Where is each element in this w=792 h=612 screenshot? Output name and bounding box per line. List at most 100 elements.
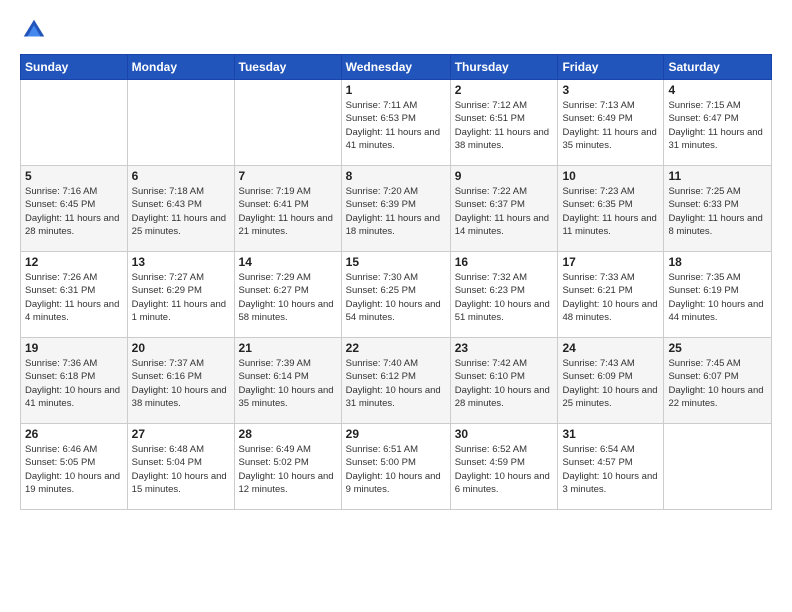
table-row: 12 Sunrise: 7:26 AM Sunset: 6:31 PM Dayli…	[21, 252, 128, 338]
table-row	[234, 80, 341, 166]
day-info: Sunrise: 7:37 AM Sunset: 6:16 PM Dayligh…	[132, 357, 230, 410]
table-row	[127, 80, 234, 166]
day-number: 20	[132, 341, 230, 355]
day-number: 19	[25, 341, 123, 355]
day-number: 27	[132, 427, 230, 441]
day-info: Sunrise: 7:45 AM Sunset: 6:07 PM Dayligh…	[668, 357, 767, 410]
table-row: 28 Sunrise: 6:49 AM Sunset: 5:02 PM Dayli…	[234, 424, 341, 510]
col-wednesday: Wednesday	[341, 55, 450, 80]
table-row	[21, 80, 128, 166]
table-row: 26Sunrise: 6:46 AM Sunset: 5:05 PM Dayli…	[21, 424, 128, 510]
header	[20, 16, 772, 44]
day-number: 1	[346, 83, 446, 97]
table-row: 19 Sunrise: 7:36 AM Sunset: 6:18 PM Dayli…	[21, 338, 128, 424]
table-row: 7Sunrise: 7:19 AM Sunset: 6:41 PM Daylig…	[234, 166, 341, 252]
table-row: 16 Sunrise: 7:32 AM Sunset: 6:23 PM Dayli…	[450, 252, 558, 338]
day-info: Sunrise: 7:18 AM Sunset: 6:43 PM Dayligh…	[132, 185, 230, 238]
day-number: 7	[239, 169, 337, 183]
day-info: Sunrise: 7:27 AM Sunset: 6:29 PM Dayligh…	[132, 271, 230, 324]
day-info: Sunrise: 7:36 AM Sunset: 6:18 PM Dayligh…	[25, 357, 123, 410]
col-sunday: Sunday	[21, 55, 128, 80]
day-info: Sunrise: 7:43 AM Sunset: 6:09 PM Dayligh…	[562, 357, 659, 410]
table-row: 27 Sunrise: 6:48 AM Sunset: 5:04 PM Dayli…	[127, 424, 234, 510]
day-number: 29	[346, 427, 446, 441]
day-number: 28	[239, 427, 337, 441]
table-row: 23 Sunrise: 7:42 AM Sunset: 6:10 PM Dayli…	[450, 338, 558, 424]
day-number: 10	[562, 169, 659, 183]
calendar-week-row: 5 Sunrise: 7:16 AM Sunset: 6:45 PM Daylig…	[21, 166, 772, 252]
day-info: Sunrise: 7:29 AM Sunset: 6:27 PM Dayligh…	[239, 271, 337, 324]
day-info: Sunrise: 7:39 AM Sunset: 6:14 PM Dayligh…	[239, 357, 337, 410]
day-number: 13	[132, 255, 230, 269]
day-number: 2	[455, 83, 554, 97]
day-number: 17	[562, 255, 659, 269]
day-number: 12	[25, 255, 123, 269]
day-info: Sunrise: 7:20 AM Sunset: 6:39 PM Dayligh…	[346, 185, 446, 238]
table-row: 31 Sunrise: 6:54 AM Sunset: 4:57 PM Dayli…	[558, 424, 664, 510]
day-info: Sunrise: 7:26 AM Sunset: 6:31 PM Dayligh…	[25, 271, 123, 324]
table-row: 24 Sunrise: 7:43 AM Sunset: 6:09 PM Dayli…	[558, 338, 664, 424]
day-number: 16	[455, 255, 554, 269]
table-row: 30 Sunrise: 6:52 AM Sunset: 4:59 PM Dayli…	[450, 424, 558, 510]
day-info: Sunrise: 7:42 AM Sunset: 6:10 PM Dayligh…	[455, 357, 554, 410]
day-number: 14	[239, 255, 337, 269]
day-info: Sunrise: 7:15 AM Sunset: 6:47 PM Dayligh…	[668, 99, 767, 152]
day-number: 5	[25, 169, 123, 183]
day-info: Sunrise: 7:40 AM Sunset: 6:12 PM Dayligh…	[346, 357, 446, 410]
calendar-week-row: 1 Sunrise: 7:11 AM Sunset: 6:53 PM Daylig…	[21, 80, 772, 166]
table-row: 20 Sunrise: 7:37 AM Sunset: 6:16 PM Dayli…	[127, 338, 234, 424]
day-info: Sunrise: 6:52 AM Sunset: 4:59 PM Dayligh…	[455, 443, 554, 496]
day-info: Sunrise: 7:16 AM Sunset: 6:45 PM Dayligh…	[25, 185, 123, 238]
table-row: 5 Sunrise: 7:16 AM Sunset: 6:45 PM Daylig…	[21, 166, 128, 252]
calendar-week-row: 26Sunrise: 6:46 AM Sunset: 5:05 PM Dayli…	[21, 424, 772, 510]
day-number: 30	[455, 427, 554, 441]
day-info: Sunrise: 7:12 AM Sunset: 6:51 PM Dayligh…	[455, 99, 554, 152]
day-info: Sunrise: 6:51 AM Sunset: 5:00 PM Dayligh…	[346, 443, 446, 496]
day-info: Sunrise: 7:11 AM Sunset: 6:53 PM Dayligh…	[346, 99, 446, 152]
day-info: Sunrise: 7:35 AM Sunset: 6:19 PM Dayligh…	[668, 271, 767, 324]
day-number: 21	[239, 341, 337, 355]
table-row: 3 Sunrise: 7:13 AM Sunset: 6:49 PM Daylig…	[558, 80, 664, 166]
table-row: 13 Sunrise: 7:27 AM Sunset: 6:29 PM Dayli…	[127, 252, 234, 338]
table-row: 15Sunrise: 7:30 AM Sunset: 6:25 PM Dayli…	[341, 252, 450, 338]
day-number: 31	[562, 427, 659, 441]
col-saturday: Saturday	[664, 55, 772, 80]
table-row: 1 Sunrise: 7:11 AM Sunset: 6:53 PM Daylig…	[341, 80, 450, 166]
day-info: Sunrise: 6:48 AM Sunset: 5:04 PM Dayligh…	[132, 443, 230, 496]
table-row: 29 Sunrise: 6:51 AM Sunset: 5:00 PM Dayli…	[341, 424, 450, 510]
col-tuesday: Tuesday	[234, 55, 341, 80]
calendar-week-row: 12 Sunrise: 7:26 AM Sunset: 6:31 PM Dayli…	[21, 252, 772, 338]
calendar-table: Sunday Monday Tuesday Wednesday Thursday…	[20, 54, 772, 510]
day-number: 22	[346, 341, 446, 355]
col-thursday: Thursday	[450, 55, 558, 80]
table-row: 25Sunrise: 7:45 AM Sunset: 6:07 PM Dayli…	[664, 338, 772, 424]
day-number: 26	[25, 427, 123, 441]
col-monday: Monday	[127, 55, 234, 80]
day-info: Sunrise: 7:22 AM Sunset: 6:37 PM Dayligh…	[455, 185, 554, 238]
day-info: Sunrise: 7:13 AM Sunset: 6:49 PM Dayligh…	[562, 99, 659, 152]
table-row: 21 Sunrise: 7:39 AM Sunset: 6:14 PM Dayli…	[234, 338, 341, 424]
day-number: 11	[668, 169, 767, 183]
table-row: 22 Sunrise: 7:40 AM Sunset: 6:12 PM Dayli…	[341, 338, 450, 424]
table-row: 8 Sunrise: 7:20 AM Sunset: 6:39 PM Daylig…	[341, 166, 450, 252]
table-row: 11Sunrise: 7:25 AM Sunset: 6:33 PM Dayli…	[664, 166, 772, 252]
day-number: 8	[346, 169, 446, 183]
calendar-week-row: 19 Sunrise: 7:36 AM Sunset: 6:18 PM Dayli…	[21, 338, 772, 424]
day-number: 23	[455, 341, 554, 355]
day-info: Sunrise: 7:33 AM Sunset: 6:21 PM Dayligh…	[562, 271, 659, 324]
table-row	[664, 424, 772, 510]
calendar-header-row: Sunday Monday Tuesday Wednesday Thursday…	[21, 55, 772, 80]
day-info: Sunrise: 6:54 AM Sunset: 4:57 PM Dayligh…	[562, 443, 659, 496]
col-friday: Friday	[558, 55, 664, 80]
day-number: 3	[562, 83, 659, 97]
page: Sunday Monday Tuesday Wednesday Thursday…	[0, 0, 792, 612]
day-number: 9	[455, 169, 554, 183]
day-number: 18	[668, 255, 767, 269]
day-info: Sunrise: 6:49 AM Sunset: 5:02 PM Dayligh…	[239, 443, 337, 496]
table-row: 14 Sunrise: 7:29 AM Sunset: 6:27 PM Dayli…	[234, 252, 341, 338]
table-row: 4Sunrise: 7:15 AM Sunset: 6:47 PM Daylig…	[664, 80, 772, 166]
day-number: 24	[562, 341, 659, 355]
day-info: Sunrise: 7:32 AM Sunset: 6:23 PM Dayligh…	[455, 271, 554, 324]
table-row: 10Sunrise: 7:23 AM Sunset: 6:35 PM Dayli…	[558, 166, 664, 252]
table-row: 18 Sunrise: 7:35 AM Sunset: 6:19 PM Dayli…	[664, 252, 772, 338]
